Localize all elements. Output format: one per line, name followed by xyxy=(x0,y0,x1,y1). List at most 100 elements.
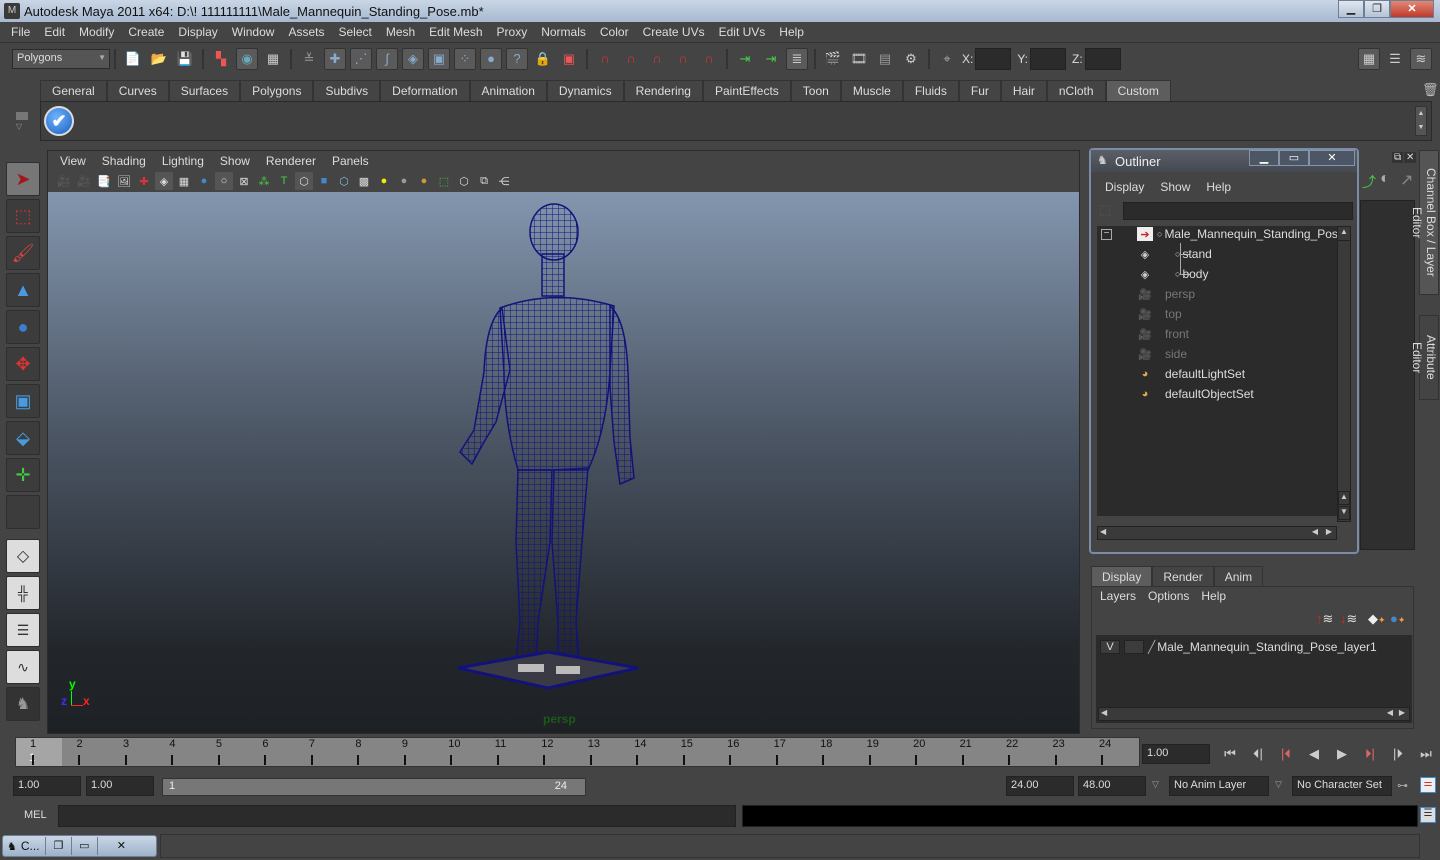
step-forward-frame-button[interactable]: ⏵| xyxy=(1356,744,1384,764)
ipr-render-icon[interactable]: ▤ xyxy=(874,48,896,70)
range-slider[interactable]: 1 24 xyxy=(162,778,586,796)
menu-edit-mesh[interactable]: Edit Mesh xyxy=(422,25,489,39)
use-all-lights-icon[interactable]: ● xyxy=(375,172,393,190)
snap-point-icon[interactable]: ∩ xyxy=(646,48,668,70)
menu-select[interactable]: Select xyxy=(331,25,378,39)
field-chart-icon[interactable]: ⊠ xyxy=(235,172,253,190)
shadows-icon[interactable]: ● xyxy=(395,172,413,190)
menu-help[interactable]: Help xyxy=(772,25,811,39)
high-quality-icon[interactable]: ● xyxy=(415,172,433,190)
anim-layer-field[interactable]: No Anim Layer xyxy=(1169,776,1269,796)
step-forward-key-button[interactable]: |⏵ xyxy=(1384,744,1412,764)
universal-manipulator-icon[interactable]: ▣ xyxy=(6,384,40,418)
layer-row[interactable]: V ╱ Male_Mannequin_Standing_Pose_layer1 xyxy=(1100,639,1377,655)
character-set-dropdown-icon[interactable]: ▽ xyxy=(1275,779,1282,790)
film-gate-icon[interactable]: ▦ xyxy=(175,172,193,190)
y-field[interactable] xyxy=(1030,47,1067,70)
select-dynamics-icon[interactable]: ⁘ xyxy=(454,47,476,70)
time-slider[interactable]: 1 12345678910111213141516171819202122232… xyxy=(15,737,1140,767)
shelf-tab-toon[interactable]: Toon xyxy=(790,80,841,101)
menu-create-uvs[interactable]: Create UVs xyxy=(636,25,712,39)
menu-mesh[interactable]: Mesh xyxy=(379,25,422,39)
paint-select-tool-icon[interactable]: 🖌 xyxy=(6,236,40,270)
minimized-maximize-button[interactable]: ▭ xyxy=(70,837,97,855)
minimize-button[interactable]: ▁ xyxy=(1338,0,1364,18)
current-time-indicator[interactable] xyxy=(16,738,62,766)
menu-edit-uvs[interactable]: Edit UVs xyxy=(712,25,773,39)
collapse-toggle-icon[interactable]: − xyxy=(1101,229,1112,240)
outliner-maximize-button[interactable]: ▭ xyxy=(1279,150,1309,166)
layer-horizontal-scrollbar[interactable]: ◀ ◀ ▶ xyxy=(1098,707,1410,721)
outliner-item[interactable]: ➔ ○ Male_Mannequin_Standing_Pose xyxy=(1137,224,1345,244)
shelf-tab-muscle[interactable]: Muscle xyxy=(840,80,903,101)
outliner-title-bar[interactable]: ♞ Outliner ▁ ▭ ✕ xyxy=(1091,150,1357,172)
outliner-item[interactable]: 🎥 top xyxy=(1137,304,1182,324)
mannequin-wireframe[interactable] xyxy=(438,202,648,692)
shelf-tab-animation[interactable]: Animation xyxy=(469,80,547,101)
close-panel-icon[interactable]: ✕ xyxy=(1404,152,1417,163)
maya-logo-icon[interactable]: ♞ xyxy=(6,687,40,721)
image-plane-icon[interactable]: 🖼 xyxy=(115,172,133,190)
script-editor-icon[interactable]: ☰ xyxy=(1420,807,1436,823)
outliner-item[interactable]: ◈ ○ stand xyxy=(1137,244,1212,264)
save-scene-icon[interactable]: 💾 xyxy=(174,48,196,70)
select-rendering-icon[interactable]: ● xyxy=(480,47,502,70)
select-by-hierarchy-icon[interactable]: ▚ xyxy=(210,48,232,70)
shelf-scroll-icon[interactable]: ▲ ▼ xyxy=(1415,106,1427,136)
rotate-tool-icon[interactable]: ● xyxy=(6,310,40,344)
select-handles-icon[interactable]: ✚ xyxy=(324,47,346,70)
panel-menu-shading[interactable]: Shading xyxy=(94,154,154,168)
step-back-frame-button[interactable]: |⏴ xyxy=(1272,744,1300,764)
select-by-component-icon[interactable]: ▦ xyxy=(262,48,284,70)
snap-grid-icon[interactable]: ∩ xyxy=(594,48,616,70)
outliner-item[interactable]: 🎥 side xyxy=(1137,344,1187,364)
soft-modification-icon[interactable]: ⬙ xyxy=(6,421,40,455)
four-view-layout-icon[interactable]: ╬ xyxy=(6,576,40,610)
outliner-close-button[interactable]: ✕ xyxy=(1309,150,1355,166)
panel-menu-view[interactable]: View xyxy=(52,154,94,168)
minimized-close-button[interactable]: ✕ xyxy=(96,837,145,855)
command-input[interactable] xyxy=(58,805,736,827)
channel-rotate-icon[interactable]: ◐ xyxy=(1380,170,1390,188)
construction-history-icon[interactable]: ≣ xyxy=(786,47,808,70)
menu-normals[interactable]: Normals xyxy=(534,25,593,39)
shelf-menu-icon[interactable]: ▽ xyxy=(16,110,32,140)
xray-joints-icon[interactable]: ⧉ xyxy=(475,172,493,190)
shelf-tab-custom[interactable]: Custom xyxy=(1105,80,1171,101)
shelf-tab-surfaces[interactable]: Surfaces xyxy=(168,80,241,101)
menu-color[interactable]: Color xyxy=(593,25,636,39)
new-layer-icon[interactable]: ◆✦ xyxy=(1368,611,1386,627)
safe-action-icon[interactable]: ⁂ xyxy=(255,172,273,190)
panel-menu-panels[interactable]: Panels xyxy=(324,154,377,168)
animation-preferences-icon[interactable]: ⚌ xyxy=(1420,777,1436,793)
outliner-menu-help[interactable]: Help xyxy=(1206,180,1231,194)
camera-attributes-icon[interactable]: 🎥 xyxy=(75,172,93,190)
minimized-window[interactable]: ♞ C... ❐ ▭ ✕ xyxy=(2,835,157,857)
layer-display-type-toggle[interactable] xyxy=(1124,640,1144,654)
menu-create[interactable]: Create xyxy=(121,25,171,39)
minimized-restore-button[interactable]: ❐ xyxy=(44,837,71,855)
lock-selection-icon[interactable]: 🔒 xyxy=(532,48,554,70)
isolate-select-icon[interactable]: ⬚ xyxy=(435,172,453,190)
play-forwards-button[interactable]: ▶ xyxy=(1328,744,1356,764)
shelf-tab-rendering[interactable]: Rendering xyxy=(623,80,703,101)
start-time-field[interactable]: 1.00 xyxy=(13,776,81,796)
xray-components-icon[interactable]: ⋲ xyxy=(495,172,513,190)
resolution-gate-icon[interactable]: ● xyxy=(195,172,213,190)
select-tool-icon[interactable]: ➤ xyxy=(6,162,40,196)
shelf-tab-fluids[interactable]: Fluids xyxy=(902,80,959,101)
select-by-object-icon[interactable]: ◉ xyxy=(236,47,258,70)
persp-graph-layout-icon[interactable]: ∿ xyxy=(6,650,40,684)
snap-view-plane-icon[interactable]: ∩ xyxy=(672,48,694,70)
anim-layer-dropdown-icon[interactable]: ▽ xyxy=(1152,779,1159,790)
wireframe-on-shaded-icon[interactable]: ⬡ xyxy=(335,172,353,190)
shelf-tab-general[interactable]: General xyxy=(40,80,107,101)
select-camera-icon[interactable]: 🎥 xyxy=(55,172,73,190)
channel-box-layer-editor-tab[interactable]: Channel Box / Layer Editor xyxy=(1410,150,1439,295)
channel-move-icon[interactable]: ⤴ xyxy=(1362,172,1376,192)
shelf-tab-deformation[interactable]: Deformation xyxy=(380,80,470,101)
menuset-dropdown[interactable]: Polygons xyxy=(12,48,110,69)
lasso-tool-icon[interactable]: ⬚ xyxy=(6,199,40,233)
close-button[interactable]: ✕ xyxy=(1390,0,1434,18)
select-surfaces-icon[interactable]: ◈ xyxy=(402,47,424,70)
